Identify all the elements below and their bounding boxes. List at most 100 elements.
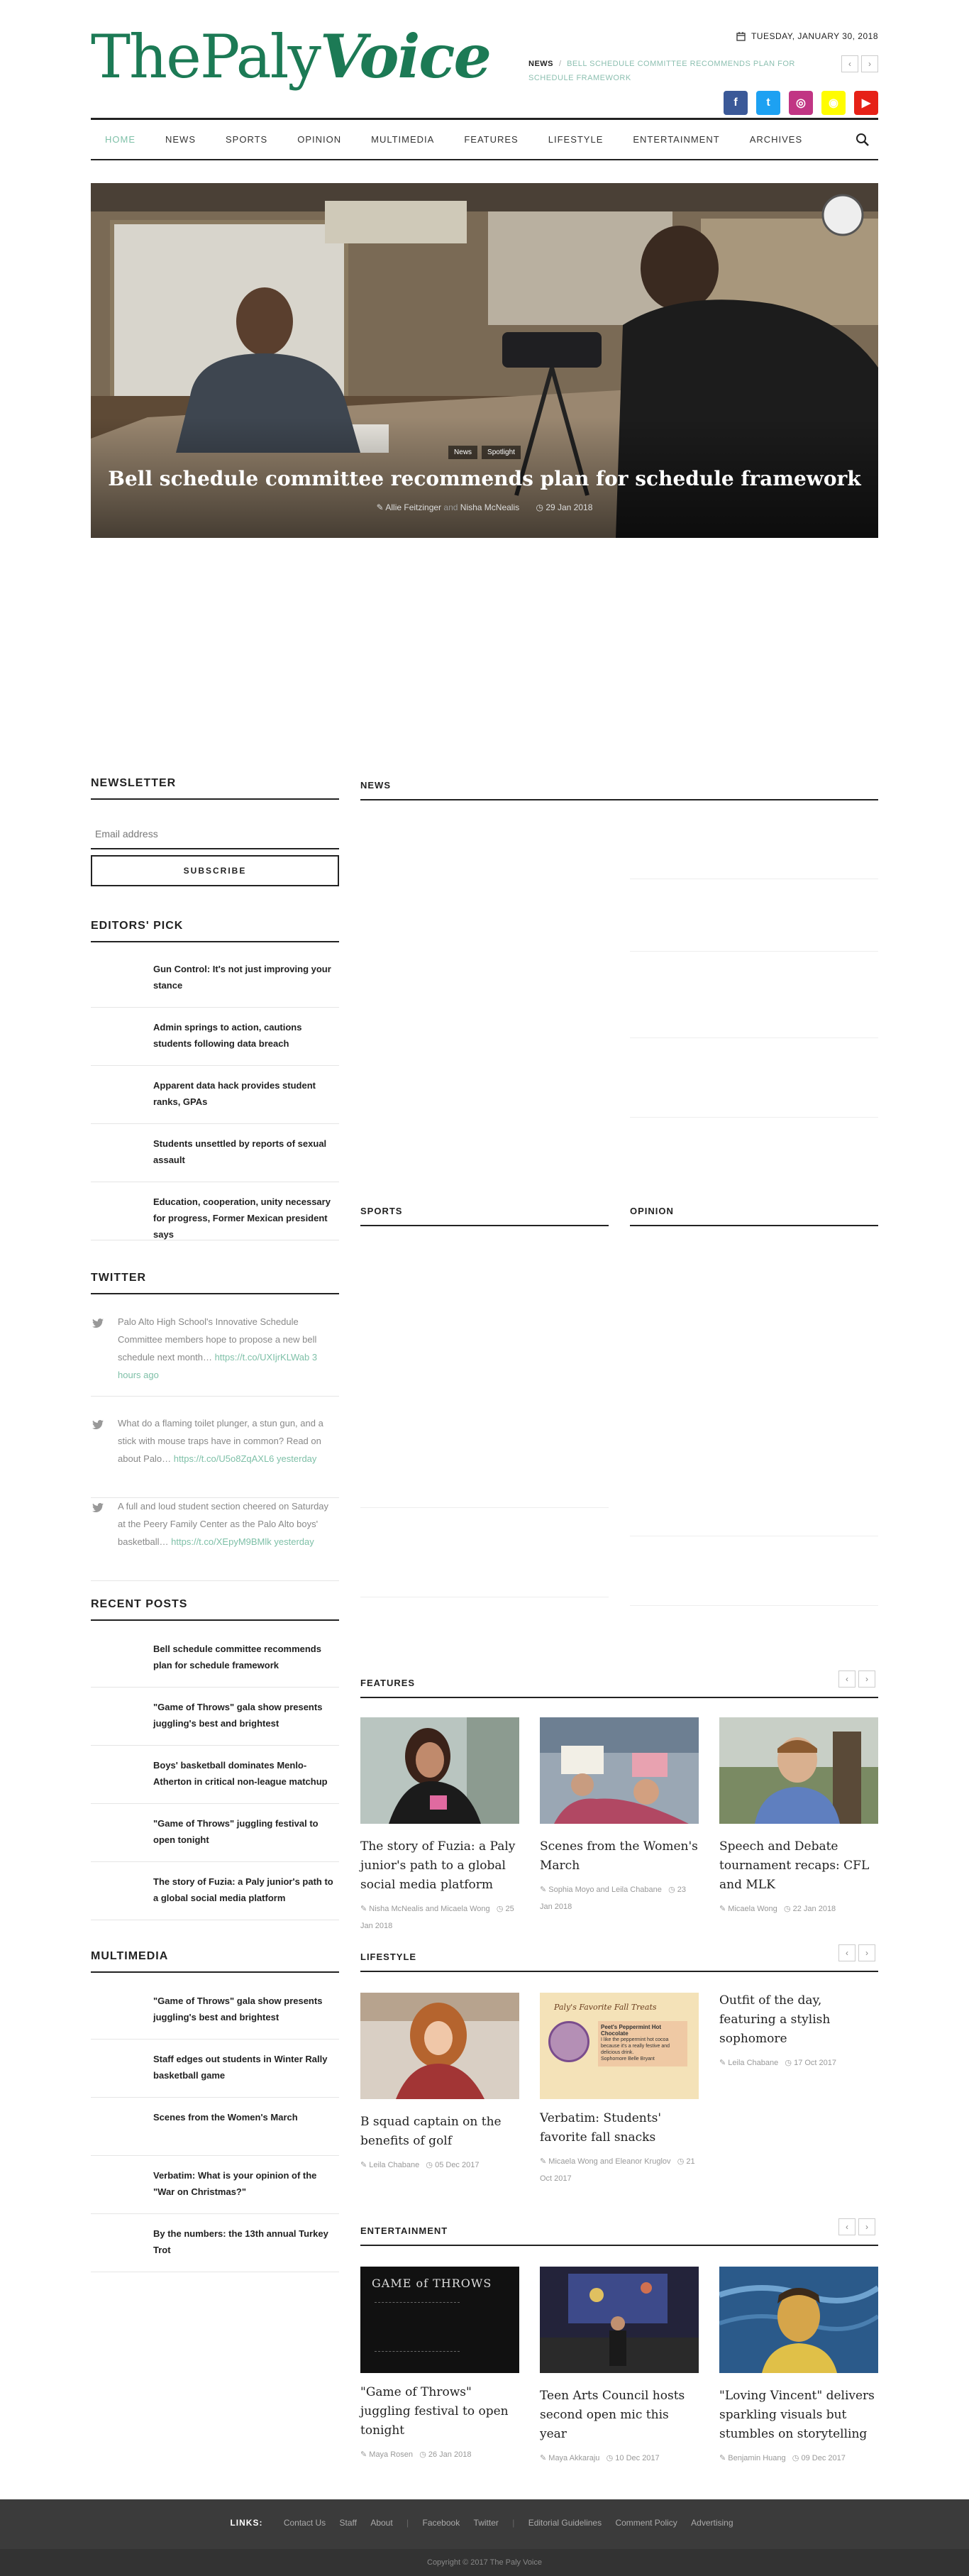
lifestyle-card[interactable]: B squad captain on the benefits of golf … bbox=[360, 1993, 519, 2174]
recent-post-title[interactable]: Bell schedule committee recommends plan … bbox=[153, 1641, 339, 1673]
tweet-link[interactable]: https://t.co/XEpyM9BMlk bbox=[171, 1536, 272, 1547]
lifestyle-title[interactable]: Verbatim: Students' favorite fall snacks bbox=[540, 2109, 699, 2147]
hero-author-1[interactable]: Allie Feitzinger bbox=[385, 502, 441, 512]
recent-post-item[interactable]: The story of Fuzia: a Paly junior's path… bbox=[91, 1862, 339, 1920]
hero-tag-spotlight[interactable]: Spotlight bbox=[482, 446, 521, 459]
chevron-right-icon[interactable]: › bbox=[861, 55, 878, 72]
tweet-link[interactable]: https://t.co/UXIjrKLWab bbox=[215, 1352, 310, 1363]
search-icon[interactable] bbox=[856, 133, 870, 147]
editors-pick-title[interactable]: Education, cooperation, unity necessary … bbox=[153, 1194, 339, 1243]
chevron-left-icon[interactable]: ‹ bbox=[841, 55, 858, 72]
chevron-left-icon[interactable]: ‹ bbox=[838, 2218, 856, 2235]
nav-item-news[interactable]: NEWS bbox=[165, 134, 196, 145]
multimedia-item[interactable]: Staff edges out students in Winter Rally… bbox=[91, 2040, 339, 2098]
nav-item-features[interactable]: FEATURES bbox=[464, 134, 518, 145]
nav-item-opinion[interactable]: OPINION bbox=[297, 134, 341, 145]
youtube-icon[interactable]: ▶ bbox=[854, 91, 878, 115]
chevron-left-icon[interactable]: ‹ bbox=[838, 1670, 856, 1688]
tweet-time[interactable]: yesterday bbox=[274, 1536, 314, 1547]
entertainment-title[interactable]: "Loving Vincent" delivers sparkling visu… bbox=[719, 2387, 878, 2444]
tweet-link[interactable]: https://t.co/U5o8ZqAXL6 bbox=[174, 1453, 275, 1464]
multimedia-title[interactable]: Verbatim: What is your opinion of the "W… bbox=[153, 2167, 339, 2200]
multimedia-title[interactable]: By the numbers: the 13th annual Turkey T… bbox=[153, 2225, 339, 2258]
editors-pick-item[interactable]: Admin springs to action, cautions studen… bbox=[91, 1008, 339, 1066]
footer-link-staff[interactable]: Staff bbox=[340, 2518, 357, 2528]
nav-item-home[interactable]: HOME bbox=[105, 134, 135, 145]
recent-post-title[interactable]: The story of Fuzia: a Paly junior's path… bbox=[153, 1873, 339, 1906]
sports-section-heading[interactable]: SPORTS bbox=[360, 1206, 609, 1226]
nav-item-archives[interactable]: ARCHIVES bbox=[750, 134, 802, 145]
hero-author-2[interactable]: Nisha McNealis bbox=[460, 502, 519, 512]
feature-card[interactable]: Scenes from the Women's March ✎ Sophia M… bbox=[540, 1717, 699, 1915]
lifestyle-card[interactable]: Paly's Favorite Fall Treats Peet's Peppe… bbox=[540, 1993, 699, 2187]
subscribe-button[interactable]: SUBSCRIBE bbox=[91, 855, 339, 886]
multimedia-item[interactable]: Verbatim: What is your opinion of the "W… bbox=[91, 2156, 339, 2214]
feature-card[interactable]: The story of Fuzia: a Paly junior's path… bbox=[360, 1717, 519, 1934]
hero-tag-news[interactable]: News bbox=[448, 446, 478, 459]
multimedia-item[interactable]: "Game of Throws" gala show presents jugg… bbox=[91, 1981, 339, 2040]
editors-pick-title[interactable]: Students unsettled by reports of sexual … bbox=[153, 1135, 339, 1168]
chevron-right-icon[interactable]: › bbox=[858, 2218, 875, 2235]
chevron-left-icon[interactable]: ‹ bbox=[838, 1944, 856, 1961]
footer-link-contact[interactable]: Contact Us bbox=[284, 2518, 326, 2528]
editors-pick-title[interactable]: Gun Control: It's not just improving you… bbox=[153, 961, 339, 993]
multimedia-title[interactable]: Staff edges out students in Winter Rally… bbox=[153, 2051, 339, 2084]
instagram-icon[interactable]: ◎ bbox=[789, 91, 813, 115]
feature-title[interactable]: Speech and Debate tournament recaps: CFL… bbox=[719, 1837, 878, 1895]
editors-pick-item[interactable]: Students unsettled by reports of sexual … bbox=[91, 1124, 339, 1182]
lifestyle-title[interactable]: B squad captain on the benefits of golf bbox=[360, 2113, 519, 2151]
snapchat-icon[interactable]: ◉ bbox=[821, 91, 846, 115]
twitter-icon[interactable]: t bbox=[756, 91, 780, 115]
nav-item-lifestyle[interactable]: LIFESTYLE bbox=[548, 134, 604, 145]
recent-post-title[interactable]: "Game of Throws" gala show presents jugg… bbox=[153, 1699, 339, 1732]
chevron-right-icon[interactable]: › bbox=[858, 1944, 875, 1961]
recent-post-item[interactable]: Bell schedule committee recommends plan … bbox=[91, 1629, 339, 1688]
footer-link-about[interactable]: About bbox=[370, 2518, 392, 2528]
recent-post-item[interactable]: "Game of Throws" juggling festival to op… bbox=[91, 1804, 339, 1862]
multimedia-title[interactable]: "Game of Throws" gala show presents jugg… bbox=[153, 1993, 339, 2025]
lifestyle-section-heading[interactable]: LIFESTYLE bbox=[360, 1952, 878, 1972]
feature-title[interactable]: Scenes from the Women's March bbox=[540, 1837, 699, 1876]
editors-pick-item[interactable]: Gun Control: It's not just improving you… bbox=[91, 950, 339, 1008]
footer-link-editorial-guidelines[interactable]: Editorial Guidelines bbox=[528, 2518, 602, 2528]
opinion-section-heading[interactable]: OPINION bbox=[630, 1206, 878, 1226]
feature-title[interactable]: The story of Fuzia: a Paly junior's path… bbox=[360, 1837, 519, 1895]
hero-feature[interactable]: News Spotlight Bell schedule committee r… bbox=[91, 183, 878, 538]
entertainment-card[interactable]: Teen Arts Council hosts second open mic … bbox=[540, 2267, 699, 2467]
facebook-icon[interactable]: f bbox=[724, 91, 748, 115]
entertainment-card[interactable]: "Loving Vincent" delivers sparkling visu… bbox=[718, 2267, 880, 2467]
footer-link-advertising[interactable]: Advertising bbox=[691, 2518, 733, 2528]
recent-post-title[interactable]: Boys' basketball dominates Menlo-Atherto… bbox=[153, 1757, 339, 1790]
recent-post-title[interactable]: "Game of Throws" juggling festival to op… bbox=[153, 1815, 339, 1848]
editors-pick-title[interactable]: Admin springs to action, cautions studen… bbox=[153, 1019, 339, 1052]
news-section-heading[interactable]: NEWS bbox=[360, 780, 878, 800]
editors-pick-item[interactable]: Apparent data hack provides student rank… bbox=[91, 1066, 339, 1124]
chevron-right-icon[interactable]: › bbox=[858, 1670, 875, 1688]
features-section-heading[interactable]: FEATURES bbox=[360, 1678, 878, 1698]
nav-item-sports[interactable]: SPORTS bbox=[226, 134, 267, 145]
multimedia-item[interactable]: By the numbers: the 13th annual Turkey T… bbox=[91, 2214, 339, 2272]
editors-pick-title[interactable]: Apparent data hack provides student rank… bbox=[153, 1077, 339, 1110]
entertainment-section-heading[interactable]: ENTERTAINMENT bbox=[360, 2225, 878, 2246]
hero-title[interactable]: Bell schedule committee recommends plan … bbox=[91, 467, 878, 490]
multimedia-item[interactable]: Scenes from the Women's March bbox=[91, 2098, 339, 2156]
lifestyle-card[interactable]: Outfit of the day, featuring a stylish s… bbox=[719, 1981, 878, 2071]
tweet-time[interactable]: yesterday bbox=[277, 1453, 316, 1464]
lifestyle-title[interactable]: Outfit of the day, featuring a stylish s… bbox=[719, 1991, 878, 2049]
footer-link-facebook[interactable]: Facebook bbox=[423, 2518, 460, 2528]
multimedia-title[interactable]: Scenes from the Women's March bbox=[153, 2109, 339, 2125]
entertainment-title[interactable]: Teen Arts Council hosts second open mic … bbox=[540, 2387, 699, 2444]
email-input[interactable]: Email address bbox=[91, 820, 339, 849]
recent-post-item[interactable]: Boys' basketball dominates Menlo-Atherto… bbox=[91, 1746, 339, 1804]
site-logo[interactable]: ThePalyVoice bbox=[91, 21, 492, 92]
recent-post-item[interactable]: "Game of Throws" gala show presents jugg… bbox=[91, 1688, 339, 1746]
entertainment-title[interactable]: "Game of Throws" juggling festival to op… bbox=[360, 2383, 519, 2440]
ticker-headline-link[interactable]: BELL SCHEDULE COMMITTEE RECOMMENDS PLAN … bbox=[528, 60, 795, 82]
feature-card[interactable]: Speech and Debate tournament recaps: CFL… bbox=[719, 1717, 878, 1917]
entertainment-card[interactable]: GAME of THROWS "Game of Throws" juggling… bbox=[360, 2267, 519, 2463]
footer-link-twitter[interactable]: Twitter bbox=[474, 2518, 499, 2528]
footer-link-comment-policy[interactable]: Comment Policy bbox=[615, 2518, 677, 2528]
nav-item-multimedia[interactable]: MULTIMEDIA bbox=[371, 134, 434, 145]
nav-item-entertainment[interactable]: ENTERTAINMENT bbox=[633, 134, 719, 145]
editors-pick-item[interactable]: Education, cooperation, unity necessary … bbox=[91, 1182, 339, 1240]
